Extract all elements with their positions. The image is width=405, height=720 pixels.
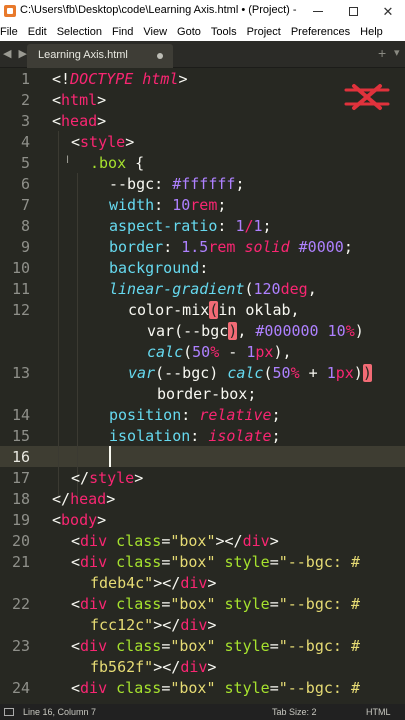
line-number: 20 — [11, 532, 30, 550]
code-line-21a: <div class="box" style="--bgc: # — [71, 553, 360, 571]
syntax-indicator[interactable]: HTML — [366, 707, 391, 717]
line-number: 15 — [11, 427, 30, 445]
code-line-20: <div class="box"></div> — [71, 532, 279, 550]
menu-preferences[interactable]: Preferences — [286, 26, 355, 38]
line-number: 8 — [20, 217, 30, 235]
code-line-13b: border-box; — [157, 385, 257, 403]
line-number: 11 — [11, 280, 30, 298]
tab-bar: ◀ ▶ Learning Axis.html + ▾ — [0, 41, 405, 68]
line-number: 6 — [20, 175, 30, 193]
line-number: 21 — [11, 553, 30, 571]
window-title: C:\Users\fb\Desktop\code\Learning Axis.h… — [20, 4, 298, 16]
code-line-23b: fb562f"></div> — [90, 658, 217, 676]
code-line-15: isolation: isolate; — [109, 427, 281, 445]
panel-toggle-icon[interactable] — [4, 708, 14, 716]
minimize-button[interactable] — [301, 0, 335, 23]
code-line-8: aspect-ratio: 1/1; — [109, 217, 272, 235]
line-number: 3 — [20, 112, 30, 130]
line-number: 16 — [11, 448, 30, 466]
code-line-18: </head> — [52, 490, 116, 508]
unsaved-dot-icon[interactable] — [157, 53, 163, 59]
line-number: 7 — [20, 196, 30, 214]
cursor-position: Line 16, Column 7 — [23, 707, 97, 717]
tab-label: Learning Axis.html — [38, 49, 128, 61]
tab-size-indicator[interactable]: Tab Size: 2 — [272, 707, 317, 717]
line-number: 23 — [11, 637, 30, 655]
mouse-text-cursor-icon: I — [66, 154, 70, 166]
tab-learning-axis[interactable]: Learning Axis.html — [27, 44, 173, 68]
code-line-1: <!DOCTYPE html> — [52, 70, 188, 88]
menu-file[interactable]: File — [0, 26, 23, 38]
close-button[interactable]: ✕ — [371, 0, 405, 23]
code-line-12c: calc(50% - 1px), — [147, 343, 292, 361]
sublime-text-icon — [4, 5, 16, 17]
menu-help[interactable]: Help — [355, 26, 388, 38]
menu-project[interactable]: Project — [242, 26, 286, 38]
code-editor[interactable]: 1 2 3 4 5 6 7 8 9 10 11 12 13 14 15 16 1… — [0, 68, 405, 704]
menu-tools[interactable]: Tools — [206, 26, 242, 38]
menu-selection[interactable]: Selection — [52, 26, 107, 38]
code-line-23a: <div class="box" style="--bgc: # — [71, 637, 360, 655]
line-number-gutter: 1 2 3 4 5 6 7 8 9 10 11 12 13 14 15 16 1… — [0, 68, 40, 704]
code-line-4: <style> — [71, 133, 135, 151]
line-number: 9 — [20, 238, 30, 256]
line-number: 18 — [11, 490, 30, 508]
code-line-17: </style> — [71, 469, 144, 487]
tab-dropdown-icon[interactable]: ▾ — [394, 46, 400, 59]
line-number: 1 — [20, 70, 30, 88]
code-line-22b: fcc12c"></div> — [90, 616, 217, 634]
code-line-14: position: relative; — [109, 406, 281, 424]
maximize-button[interactable] — [336, 0, 370, 23]
line-number: 14 — [11, 406, 30, 424]
crossed-x-logo-icon — [344, 84, 390, 110]
code-line-19: <body> — [52, 511, 107, 529]
line-number: 13 — [11, 364, 30, 382]
text-caret — [109, 446, 111, 467]
code-line-3: <head> — [52, 112, 107, 130]
line-number: 4 — [20, 133, 30, 151]
menu-find[interactable]: Find — [107, 26, 138, 38]
code-line-12b: var(--bgc), #000000 10%) — [147, 322, 364, 340]
menu-bar: File Edit Selection Find View Goto Tools… — [0, 23, 405, 41]
code-line-10: background: — [109, 259, 209, 277]
code-line-13a: var(--bgc) calc(50% + 1px)) — [128, 364, 372, 382]
line-number: 19 — [11, 511, 30, 529]
line-number: 2 — [20, 91, 30, 109]
menu-goto[interactable]: Goto — [172, 26, 206, 38]
line-number: 5 — [20, 154, 30, 172]
code-line-12a: color-mix(in oklab, — [128, 301, 300, 319]
line-number: 17 — [11, 469, 30, 487]
code-line-6: --bgc: #ffffff; — [109, 175, 245, 193]
code-line-24a: <div class="box" style="--bgc: # — [71, 679, 360, 697]
minimize-icon — [313, 11, 323, 12]
menu-view[interactable]: View — [138, 26, 172, 38]
code-line-9: border: 1.5rem solid #0000; — [109, 238, 353, 256]
line-number: 10 — [11, 259, 30, 277]
maximize-icon — [348, 7, 358, 16]
code-line-11: linear-gradient(120deg, — [109, 280, 317, 298]
code-line-22a: <div class="box" style="--bgc: # — [71, 595, 360, 613]
menu-edit[interactable]: Edit — [23, 26, 52, 38]
close-icon: ✕ — [382, 3, 394, 19]
code-line-21b: fdeb4c"></div> — [90, 574, 217, 592]
line-number: 22 — [11, 595, 30, 613]
line-number: 24 — [11, 679, 30, 697]
new-tab-icon[interactable]: + — [378, 45, 386, 61]
code-line-2: <html> — [52, 91, 107, 109]
code-line-5: .box { — [90, 154, 145, 172]
code-line-7: width: 10rem; — [109, 196, 227, 214]
title-bar: C:\Users\fb\Desktop\code\Learning Axis.h… — [0, 0, 405, 23]
tab-nav-arrows-icon[interactable]: ◀ ▶ — [3, 47, 29, 60]
status-bar: Line 16, Column 7 Tab Size: 2 HTML — [0, 704, 405, 720]
code-area[interactable]: <!DOCTYPE html> <html> <head> <style> .b… — [52, 68, 405, 704]
line-number: 12 — [11, 301, 30, 319]
